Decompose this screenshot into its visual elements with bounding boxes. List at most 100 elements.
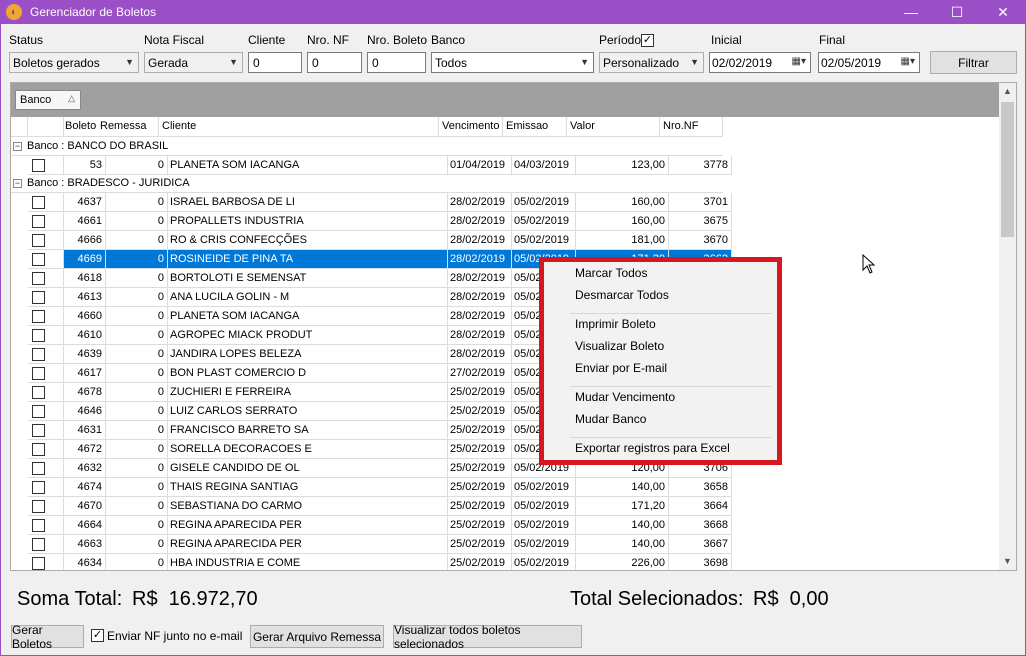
row-checkbox[interactable] [32, 196, 45, 209]
nro-boleto-input[interactable]: 0 [367, 52, 426, 73]
close-button[interactable]: ✕ [980, 0, 1026, 24]
row-checkbox[interactable] [32, 538, 45, 551]
menu-item[interactable]: Imprimir Boleto [575, 317, 656, 331]
table-row[interactable]: 4634 0 HBA INDUSTRIA E COME 25/02/2019 05/02… [28, 554, 732, 570]
row-checkbox[interactable] [32, 481, 45, 494]
periodo-checkbox[interactable]: ✓ [641, 34, 654, 47]
cell-valor: 123,00 [576, 156, 669, 175]
row-checkbox[interactable] [32, 215, 45, 228]
table-row[interactable]: 53 0 PLANETA SOM IACANGA 01/04/2019 04/03/20… [28, 156, 732, 175]
table-row[interactable]: 4670 0 SEBASTIANA DO CARMO 25/02/2019 05/02/… [28, 497, 732, 516]
row-checkbox[interactable] [32, 159, 45, 172]
menu-item[interactable]: Visualizar Boleto [575, 339, 664, 353]
sort-ascending-icon: △ [68, 93, 75, 103]
row-checkbox[interactable] [32, 443, 45, 456]
row-checkbox[interactable] [32, 310, 45, 323]
cell-nf: 3670 [669, 231, 732, 250]
banco-label: Banco [431, 33, 466, 47]
scroll-thumb[interactable] [1001, 102, 1014, 237]
nota-fiscal-select[interactable]: Gerada ▼ [144, 52, 243, 73]
table-row[interactable]: 4663 0 REGINA APARECIDA PER 25/02/2019 05/02… [28, 535, 732, 554]
row-checkbox[interactable] [32, 272, 45, 285]
status-select[interactable]: Boletos gerados ▼ [9, 52, 139, 73]
column-header-valor[interactable]: Valor [567, 117, 660, 137]
group-row[interactable]: − Banco : BRADESCO - JURIDICA [11, 175, 723, 193]
filtrar-button[interactable]: Filtrar [930, 51, 1017, 74]
row-checkbox[interactable] [32, 367, 45, 380]
cliente-input[interactable]: 0 [248, 52, 302, 73]
row-checkbox[interactable] [32, 329, 45, 342]
column-header-remessa[interactable]: Remessa [97, 117, 159, 137]
cell-valor: 140,00 [576, 535, 669, 554]
final-date-picker[interactable]: 02/05/2019 ▦▾ [818, 52, 920, 73]
menu-item[interactable]: Desmarcar Todos [575, 288, 669, 302]
final-label: Final [819, 33, 846, 47]
menu-item[interactable]: Mudar Vencimento [575, 390, 675, 404]
cell-valor: 171,20 [576, 497, 669, 516]
soma-total-label: Soma Total: [17, 588, 123, 610]
cell-boleto: 4661 [64, 212, 106, 231]
nota-fiscal-label: Nota Fiscal [144, 33, 205, 47]
menu-item[interactable]: Mudar Banco [575, 412, 646, 426]
table-row[interactable]: 4664 0 REGINA APARECIDA PER 25/02/2019 05/02… [28, 516, 732, 535]
table-row[interactable]: 4637 0 ISRAEL BARBOSA DE LI 28/02/2019 05/02… [28, 193, 732, 212]
row-checkbox[interactable] [32, 253, 45, 266]
row-checkbox[interactable] [32, 424, 45, 437]
table-row[interactable]: 4674 0 THAIS REGINA SANTIAG 25/02/2019 05/02… [28, 478, 732, 497]
cell-boleto: 4678 [64, 383, 106, 402]
column-header-emissao[interactable]: Emissao [503, 117, 567, 137]
gerar-arquivo-remessa-button[interactable]: Gerar Arquivo Remessa [250, 625, 384, 648]
table-row[interactable]: 4666 0 RO & CRIS CONFECÇÕES 28/02/2019 05/02… [28, 231, 732, 250]
row-checkbox[interactable] [32, 348, 45, 361]
column-header-nro-nf[interactable]: Nro.NF [660, 117, 723, 137]
row-checkbox[interactable] [32, 405, 45, 418]
inicial-date-picker[interactable]: 02/02/2019 ▦▾ [709, 52, 811, 73]
row-checkbox[interactable] [32, 500, 45, 513]
collapse-group-icon[interactable]: − [13, 142, 22, 151]
column-header-vencimento[interactable]: Vencimento [439, 117, 503, 137]
column-header-boleto[interactable]: Boleto [64, 117, 97, 137]
maximize-button[interactable]: ☐ [934, 0, 980, 24]
visualizar-todos-boletos-button[interactable]: Visualizar todos boletos selecionados [393, 623, 582, 651]
periodo-select[interactable]: Personalizado ▼ [599, 52, 704, 73]
row-checkbox[interactable] [32, 557, 45, 570]
cell-valor: 160,00 [576, 212, 669, 231]
menu-item[interactable]: Enviar por E-mail [575, 361, 667, 375]
row-checkbox[interactable] [32, 234, 45, 247]
row-checkbox[interactable] [32, 291, 45, 304]
menu-item[interactable]: Exportar registros para Excel [575, 441, 730, 455]
cell-vencimento: 28/02/2019 [448, 212, 512, 231]
scroll-down-icon[interactable]: ▼ [999, 553, 1016, 570]
nro-nf-input[interactable]: 0 [307, 52, 362, 73]
status-label: Status [9, 33, 44, 47]
calendar-icon[interactable]: ▦▾ [792, 56, 806, 67]
group-chip-banco[interactable]: Banco △ [15, 90, 81, 110]
calendar-icon[interactable]: ▦▾ [901, 56, 915, 67]
row-checkbox[interactable] [32, 462, 45, 475]
menu-separator [570, 437, 772, 438]
scroll-up-icon[interactable]: ▲ [999, 83, 1016, 100]
banco-select[interactable]: Todos ▼ [431, 52, 594, 73]
enviar-nf-checkbox[interactable]: ✓ [91, 629, 104, 642]
column-header-cliente[interactable]: Cliente [159, 117, 439, 137]
cell-cliente: REGINA APARECIDA PER [168, 516, 448, 535]
row-select-cell [28, 250, 64, 269]
row-select-cell [28, 535, 64, 554]
total-selecionados-label: Total Selecionados: [570, 588, 744, 610]
row-checkbox[interactable] [32, 519, 45, 532]
cell-nf: 3658 [669, 478, 732, 497]
menu-item[interactable]: Marcar Todos [575, 266, 647, 280]
inicial-label: Inicial [711, 33, 742, 47]
row-select-cell [28, 459, 64, 478]
minimize-button[interactable]: — [888, 0, 934, 24]
row-checkbox[interactable] [32, 386, 45, 399]
vertical-scrollbar[interactable]: ▲ ▼ [999, 83, 1016, 570]
context-menu: Marcar Todos Desmarcar Todos Imprimir Bole… [539, 257, 782, 465]
collapse-group-icon[interactable]: − [13, 179, 22, 188]
cell-boleto: 4664 [64, 516, 106, 535]
table-row[interactable]: 4661 0 PROPALLETS INDUSTRIA 28/02/2019 05/02… [28, 212, 732, 231]
cell-vencimento: 28/02/2019 [448, 345, 512, 364]
chevron-down-icon: ▼ [580, 57, 589, 67]
group-row[interactable]: − Banco : BANCO DO BRASIL [11, 138, 723, 156]
gerar-boletos-button[interactable]: Gerar Boletos [11, 623, 84, 651]
